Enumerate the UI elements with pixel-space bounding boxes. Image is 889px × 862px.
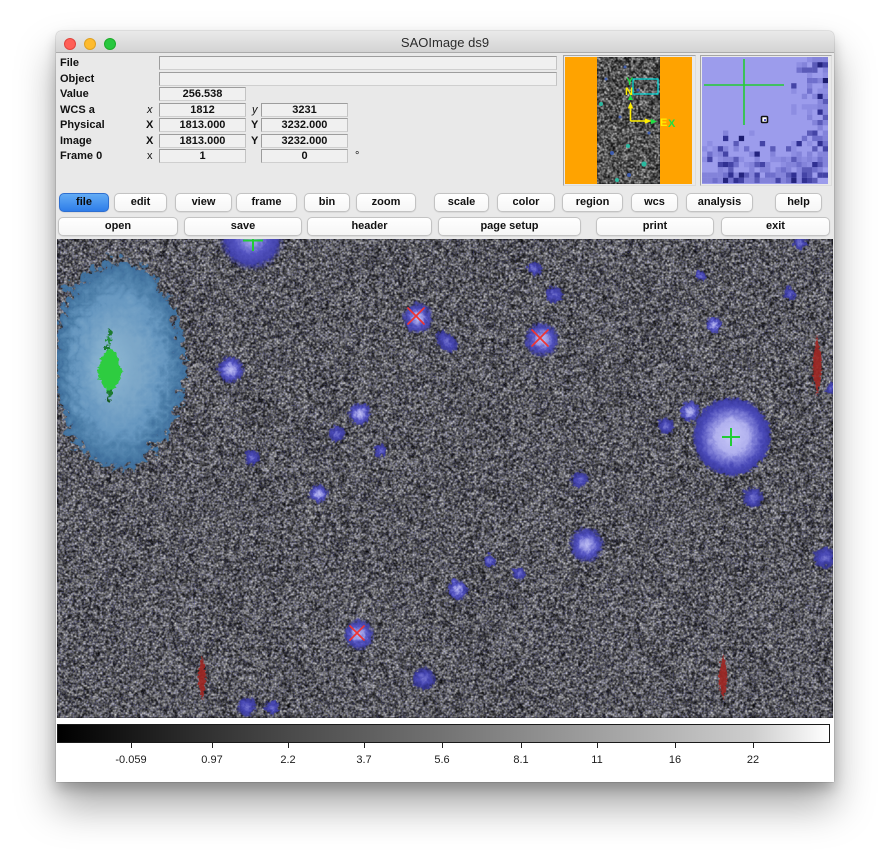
svg-text:X: X	[668, 118, 676, 130]
svg-text:Y: Y	[626, 76, 634, 88]
svg-text:E: E	[660, 117, 667, 129]
